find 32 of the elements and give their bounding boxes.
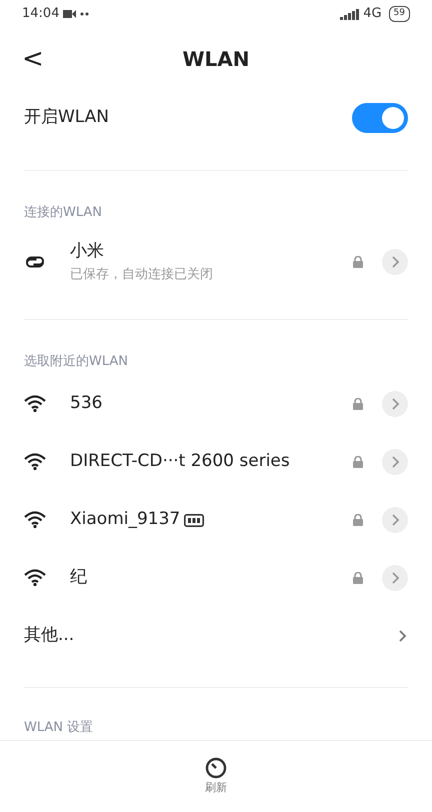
back-button[interactable]: < bbox=[22, 46, 62, 72]
refresh-button[interactable]: 刷新 bbox=[198, 755, 234, 798]
details-button[interactable] bbox=[382, 507, 408, 533]
wifi-icon bbox=[24, 511, 46, 529]
network-name: Xiaomi_9137 bbox=[70, 508, 180, 532]
wifi-icon bbox=[24, 569, 46, 587]
section-heading: 选取附近的WLAN bbox=[23, 352, 130, 370]
more-dots-icon bbox=[80, 11, 90, 17]
clock: 14:04 bbox=[22, 5, 60, 24]
details-button[interactable] bbox=[382, 449, 408, 475]
video-icon bbox=[63, 9, 76, 19]
setting-label: 开启WLAN bbox=[24, 106, 110, 130]
router-badge-icon bbox=[184, 514, 204, 526]
details-button[interactable] bbox=[382, 565, 408, 591]
network-name: 其他... bbox=[24, 624, 74, 648]
refresh-icon bbox=[204, 756, 228, 780]
network-name: DIRECT-CD···t 2600 series bbox=[70, 450, 290, 474]
wlan-switch[interactable] bbox=[352, 103, 408, 133]
battery-level: 59 bbox=[388, 6, 410, 22]
section-heading: 连接的WLAN bbox=[23, 204, 104, 222]
signal-icon bbox=[340, 8, 360, 20]
section-heading: WLAN 设置 bbox=[23, 719, 94, 737]
page-title: WLAN bbox=[182, 46, 250, 73]
details-button[interactable] bbox=[382, 248, 408, 274]
details-button[interactable] bbox=[382, 391, 408, 417]
network-name: 小米 bbox=[70, 240, 104, 263]
wifi-icon bbox=[24, 453, 46, 471]
network-type: 4G bbox=[363, 5, 382, 24]
network-name: 纪 bbox=[70, 566, 87, 590]
network-status: 已保存，自动连接已关闭 bbox=[70, 266, 214, 284]
wifi-icon bbox=[24, 395, 46, 413]
network-name: 536 bbox=[70, 392, 102, 416]
